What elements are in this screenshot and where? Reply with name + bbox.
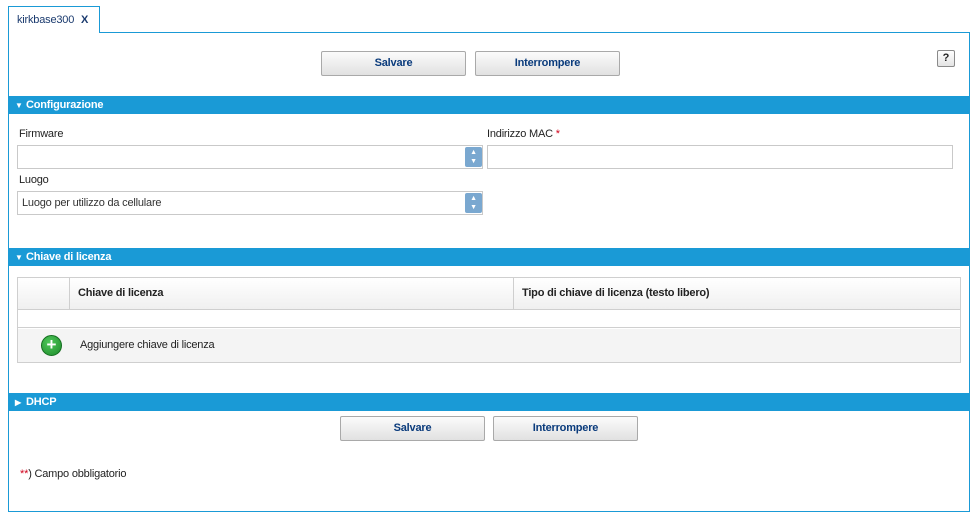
tab-title: kirkbase300: [17, 14, 75, 26]
tab-kirkbase300[interactable]: kirkbase300 X: [8, 6, 100, 33]
mac-label: Indirizzo MAC *: [487, 128, 560, 140]
required-field-note: **) Campo obbligatorio: [20, 468, 127, 480]
save-button-bottom[interactable]: Salvare: [340, 416, 485, 441]
help-icon[interactable]: ?: [937, 50, 955, 67]
triangle-right-icon: ▶: [15, 398, 21, 407]
section-header-chiave-di-licenza[interactable]: ▼ Chiave di licenza: [9, 248, 970, 266]
column-header-chiave[interactable]: Chiave di licenza: [70, 278, 163, 309]
luogo-select[interactable]: Luogo per utilizzo da cellulare ▲ ▼: [17, 191, 483, 215]
plus-circle-icon[interactable]: +: [41, 335, 62, 356]
cancel-button-bottom[interactable]: Interrompere: [493, 416, 638, 441]
firmware-select[interactable]: ▲ ▼: [17, 145, 483, 169]
required-note-text: ) Campo obbligatorio: [28, 468, 127, 480]
section-title: DHCP: [26, 396, 57, 408]
table-header: Chiave di licenza Tipo di chiave di lice…: [18, 278, 960, 310]
section-header-dhcp[interactable]: ▶ DHCP: [9, 393, 970, 411]
up-down-arrows-icon[interactable]: ▲ ▼: [465, 147, 482, 167]
required-marker: *: [555, 128, 560, 140]
luogo-label: Luogo: [19, 174, 49, 186]
section-title: Chiave di licenza: [26, 251, 112, 263]
close-icon[interactable]: X: [81, 14, 88, 26]
table-row: [18, 310, 960, 328]
luogo-value: Luogo per utilizzo da cellulare: [22, 197, 162, 209]
add-row[interactable]: + Aggiungere chiave di licenza: [18, 329, 960, 362]
section-header-configurazione[interactable]: ▼ Configurazione: [9, 96, 970, 114]
mac-address-field[interactable]: [487, 145, 953, 169]
up-down-arrows-icon[interactable]: ▲ ▼: [465, 193, 482, 213]
save-button[interactable]: Salvare: [321, 51, 466, 76]
license-key-table: Chiave di licenza Tipo di chiave di lice…: [17, 277, 961, 363]
triangle-down-icon: ▼: [15, 253, 23, 262]
mac-label-text: Indirizzo MAC: [487, 128, 553, 140]
firmware-label: Firmware: [19, 128, 64, 140]
column-header-tipo[interactable]: Tipo di chiave di licenza (testo libero): [514, 278, 710, 309]
section-title: Configurazione: [26, 99, 104, 111]
cancel-button[interactable]: Interrompere: [475, 51, 620, 76]
add-license-key-link[interactable]: Aggiungere chiave di licenza: [80, 339, 215, 351]
triangle-down-icon: ▼: [15, 101, 23, 110]
